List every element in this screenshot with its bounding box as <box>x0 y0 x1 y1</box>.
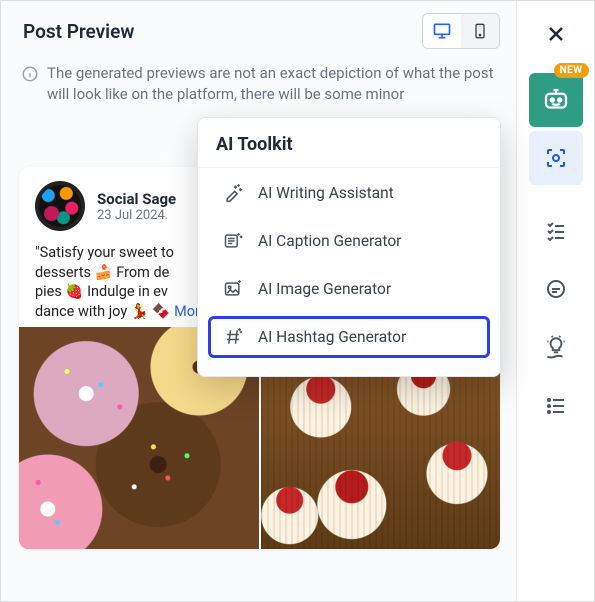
focus-button[interactable] <box>529 131 583 185</box>
mobile-icon <box>472 21 488 41</box>
ai-hashtag-generator-item[interactable]: AI Hashtag Generator <box>208 316 490 358</box>
post-date: 23 Jul 2024. <box>97 208 176 223</box>
post-text-line: pies 🍓 Indulge in ev <box>35 283 168 300</box>
info-text: The generated previews are not an exact … <box>47 63 496 105</box>
image-icon <box>222 278 244 300</box>
device-toggle <box>422 13 500 49</box>
page-title: Post Preview <box>23 20 422 43</box>
info-icon <box>21 65 39 105</box>
post-author: Social Sage <box>97 190 176 208</box>
post-text-line: "Satisfy your sweet to <box>35 244 174 261</box>
list-icon <box>544 394 568 418</box>
idea-button[interactable] <box>529 321 583 375</box>
tool-label: AI Image Generator <box>258 280 391 298</box>
ai-image-generator-item[interactable]: AI Image Generator <box>204 266 494 312</box>
popover-title: AI Toolkit <box>198 130 500 168</box>
caption-icon <box>222 230 244 252</box>
checklist-icon <box>544 220 568 244</box>
new-badge: NEW <box>554 63 589 78</box>
close-button[interactable] <box>529 7 583 61</box>
header: Post Preview <box>1 1 516 61</box>
comment-icon <box>544 278 568 302</box>
tool-label: AI Caption Generator <box>258 232 401 250</box>
ai-caption-generator-item[interactable]: AI Caption Generator <box>204 218 494 264</box>
focus-icon <box>544 146 568 170</box>
desktop-icon <box>432 21 452 41</box>
list-button[interactable] <box>529 379 583 433</box>
avatar <box>35 181 85 231</box>
hashtag-icon <box>222 326 244 348</box>
close-icon <box>544 22 568 46</box>
post-text-line: dance with joy 💃 🍫 <box>35 303 171 320</box>
lightbulb-hand-icon <box>543 335 569 361</box>
info-notice: The generated previews are not an exact … <box>1 61 516 113</box>
mobile-view-button[interactable] <box>461 14 499 48</box>
checklist-button[interactable] <box>529 205 583 259</box>
bot-icon <box>541 85 571 115</box>
tool-label: AI Writing Assistant <box>258 184 394 202</box>
wand-icon <box>222 182 244 204</box>
tool-label: AI Hashtag Generator <box>258 328 406 346</box>
ai-writing-assistant-item[interactable]: AI Writing Assistant <box>204 170 494 216</box>
post-text-line: desserts 🍰 From de <box>35 264 169 281</box>
ai-toolkit-popover: AI Toolkit AI Writing Assistant AI Capti… <box>197 117 501 377</box>
desktop-view-button[interactable] <box>423 14 461 48</box>
comment-button[interactable] <box>529 263 583 317</box>
ai-bot-button[interactable]: NEW <box>529 73 583 127</box>
side-rail: NEW <box>516 1 594 601</box>
